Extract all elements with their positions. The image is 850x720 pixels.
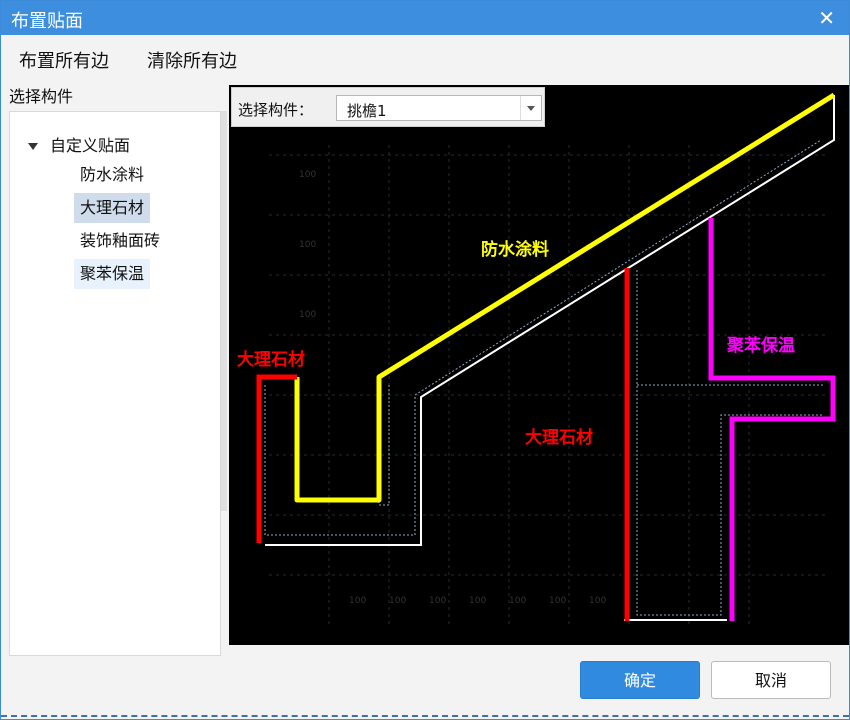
- chevron-down-icon[interactable]: [520, 96, 541, 120]
- drawing-svg: 100 100 100 100 100 100 100 100 100 100: [237, 92, 836, 625]
- polystyrene-insulation-edge[interactable]: [708, 218, 836, 621]
- dim-label: 100: [589, 596, 606, 606]
- ok-button[interactable]: 确定: [580, 661, 700, 699]
- dim-label: 100: [549, 596, 566, 606]
- dim-label: 100: [389, 596, 406, 606]
- dim-label: 100: [509, 596, 526, 606]
- place-all-edges-button[interactable]: 布置所有边: [19, 47, 109, 73]
- cancel-button[interactable]: 取消: [711, 661, 831, 699]
- title-bar: 布置贴面 ✕: [1, 1, 849, 35]
- dim-label: 100: [299, 170, 316, 180]
- tree-item-waterproof-coating[interactable]: 防水涂料: [74, 160, 150, 190]
- dim-label: 100: [299, 310, 316, 320]
- dim-label: 100: [299, 240, 316, 250]
- component-select[interactable]: 挑檐1: [336, 95, 542, 121]
- dimension-labels: 100 100 100 100 100 100 100 100 100 100: [299, 170, 606, 606]
- dim-label: 100: [429, 596, 446, 606]
- window-title: 布置贴面: [11, 11, 83, 32]
- tree-item-polystyrene-insulation[interactable]: 聚苯保温: [74, 259, 151, 289]
- dim-label: 100: [349, 596, 366, 606]
- close-icon[interactable]: ✕: [818, 6, 835, 30]
- label-marble-right: 大理石材: [525, 427, 593, 448]
- clear-all-edges-button[interactable]: 清除所有边: [147, 47, 237, 73]
- drawing-canvas[interactable]: 100 100 100 100 100 100 100 100 100 100: [229, 85, 849, 645]
- tree-item-marble[interactable]: 大理石材: [74, 193, 151, 223]
- component-tree: 自定义贴面 防水涂料 大理石材 装饰釉面砖 聚苯保温: [9, 111, 221, 656]
- label-insulation: 聚苯保温: [726, 335, 795, 356]
- component-picker-label: 选择构件：: [238, 101, 314, 119]
- component-picker: 选择构件： 挑檐1: [231, 87, 545, 127]
- tree-root-label: 自定义贴面: [50, 136, 131, 155]
- component-select-value: 挑檐1: [347, 102, 387, 120]
- label-waterproof: 防水涂料: [481, 239, 549, 260]
- label-marble-left: 大理石材: [237, 349, 305, 370]
- expand-triangle-icon[interactable]: [28, 143, 38, 150]
- bottom-dashed-border: [1, 715, 849, 717]
- select-component-label: 选择构件: [9, 87, 74, 106]
- tree-item-glazed-tile[interactable]: 装饰釉面砖: [74, 226, 166, 256]
- dim-label: 100: [469, 596, 486, 606]
- tree-root-custom-surface[interactable]: 自定义贴面: [28, 132, 130, 156]
- tree-scrollbar[interactable]: [221, 111, 227, 511]
- dialog: 布置贴面 ✕ 布置所有边 清除所有边 选择构件 自定义贴面 防水涂料 大理石材 …: [0, 0, 850, 720]
